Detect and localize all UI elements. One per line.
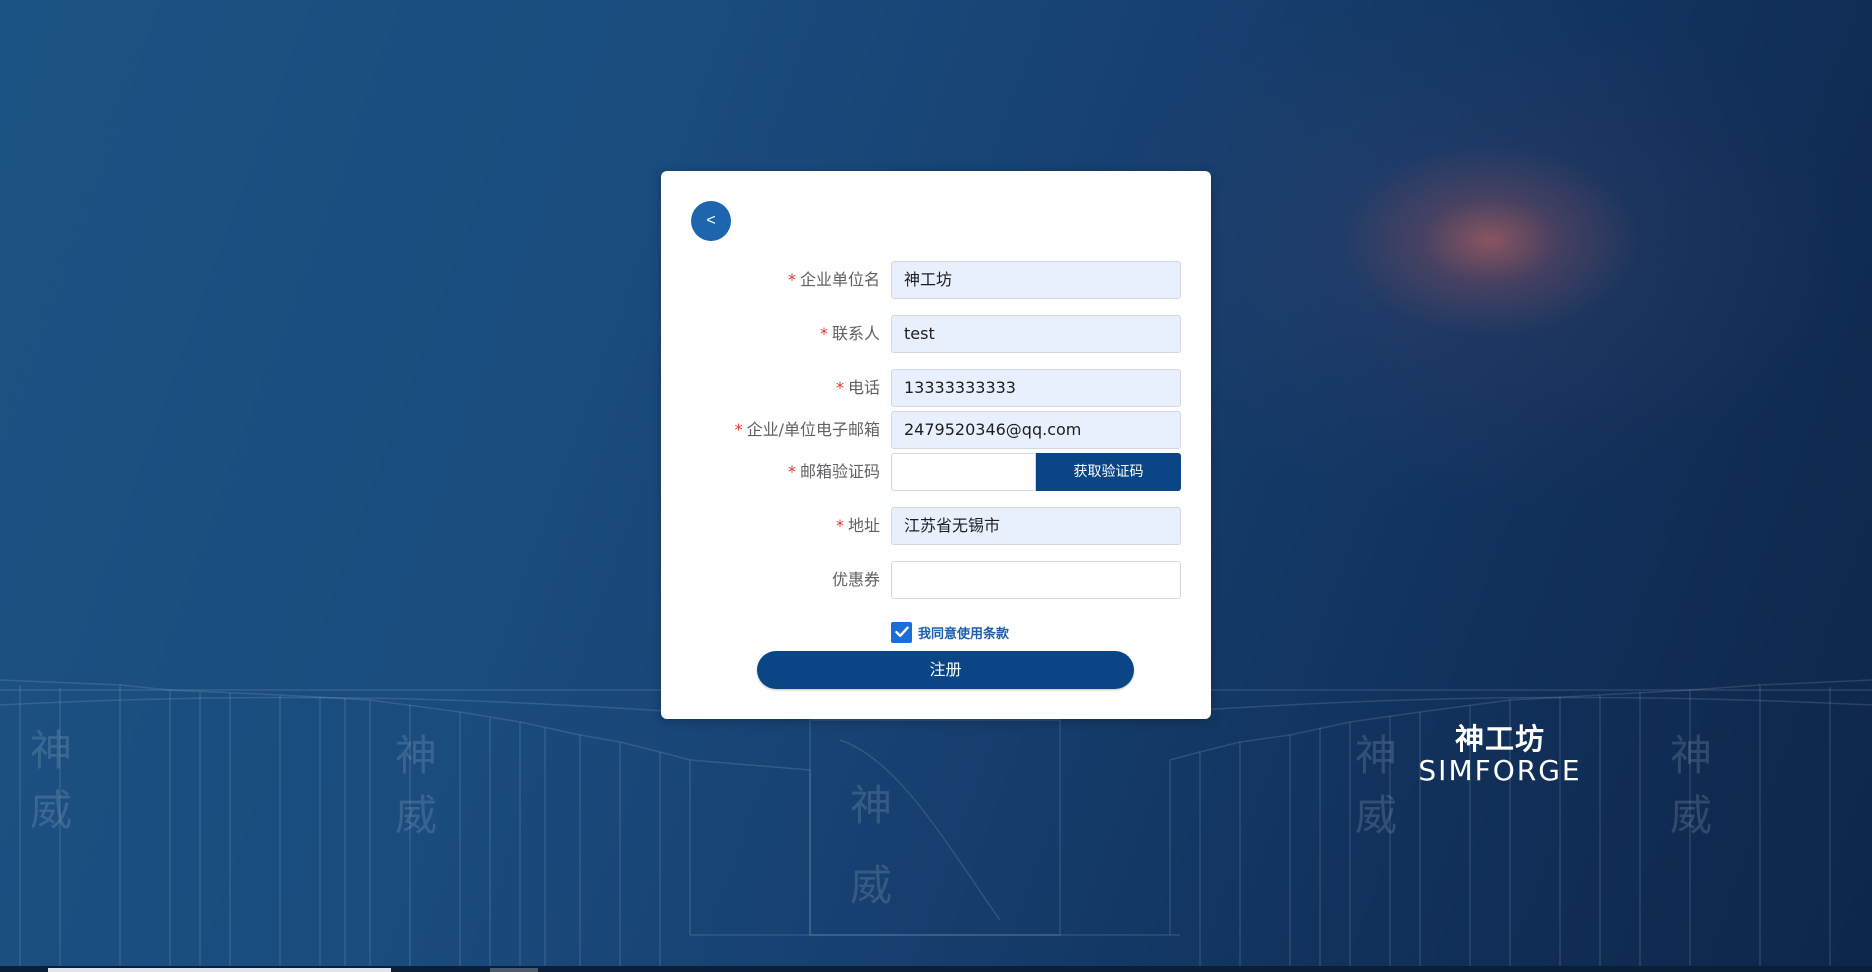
form-row-company: * 企业单位名 神工坊	[661, 261, 1211, 299]
form-row-email-code: * 邮箱验证码 获取验证码	[661, 453, 1211, 491]
required-mark: *	[835, 516, 844, 535]
form-row-address: * 地址 江苏省无锡市	[661, 507, 1211, 545]
brand-logo: 神工坊 SIMFORGE	[1395, 722, 1605, 786]
brand-name-en: SIMFORGE	[1418, 754, 1582, 787]
company-label-text: 企业单位名	[799, 270, 880, 289]
terms-label[interactable]: 我同意使用条款	[918, 623, 1009, 642]
company-label: * 企业单位名	[788, 261, 880, 299]
required-mark: *	[819, 324, 828, 343]
register-page: 神 威 神 威 神 威 神 威 神 威 神工坊 SIMFORGE < * 企业单位…	[0, 0, 1872, 972]
required-mark: *	[835, 378, 844, 397]
scroll-indicator-secondary	[490, 968, 538, 972]
svg-text:威: 威	[850, 861, 892, 910]
coupon-label: 优惠券	[831, 570, 880, 589]
required-mark: *	[734, 420, 743, 439]
svg-text:威: 威	[1670, 791, 1712, 840]
address-label: * 地址	[836, 507, 880, 545]
terms-checkbox[interactable]	[891, 621, 912, 643]
svg-text:威: 威	[395, 791, 437, 840]
address-label-text: 地址	[847, 516, 880, 535]
back-button[interactable]: <	[691, 201, 731, 241]
form-row-contact: * 联系人 test	[661, 315, 1211, 353]
svg-text:威: 威	[1355, 791, 1397, 840]
svg-text:神: 神	[1355, 731, 1397, 780]
scroll-indicator	[48, 968, 391, 972]
required-mark: *	[787, 462, 796, 481]
form-row-phone: * 电话 13333333333	[661, 369, 1211, 407]
coupon-input[interactable]	[891, 561, 1181, 599]
address-input[interactable]: 江苏省无锡市	[891, 507, 1181, 545]
required-mark: *	[787, 270, 796, 289]
checkmark-icon	[894, 626, 909, 637]
terms-agree[interactable]: 我同意使用条款	[891, 621, 1009, 643]
company-name-input[interactable]: 神工坊	[891, 261, 1181, 299]
svg-text:威: 威	[30, 786, 72, 835]
email-label: * 企业/单位电子邮箱	[735, 411, 880, 449]
svg-text:神: 神	[850, 781, 892, 830]
contact-label-text: 联系人	[831, 324, 880, 343]
contact-input[interactable]: test	[891, 315, 1181, 353]
form-row-coupon: 优惠券	[661, 561, 1211, 599]
phone-label: * 电话	[836, 369, 880, 407]
svg-text:神: 神	[30, 726, 72, 775]
register-form-card: < * 企业单位名 神工坊 * 联系人 test * 电话 13333333333 *…	[661, 171, 1211, 719]
form-row-email: * 企业/单位电子邮箱 2479520346@qq.com	[661, 411, 1211, 449]
svg-text:神: 神	[1670, 731, 1712, 780]
register-button[interactable]: 注册	[757, 651, 1134, 689]
svg-text:神: 神	[395, 731, 437, 780]
email-input[interactable]: 2479520346@qq.com	[891, 411, 1181, 449]
email-code-label: * 邮箱验证码	[788, 453, 880, 491]
get-code-button[interactable]: 获取验证码	[1036, 453, 1181, 491]
phone-input[interactable]: 13333333333	[891, 369, 1181, 407]
email-label-text: 企业/单位电子邮箱	[746, 420, 880, 439]
email-code-label-text: 邮箱验证码	[799, 462, 880, 481]
email-code-input[interactable]	[891, 453, 1036, 491]
phone-label-text: 电话	[847, 378, 880, 397]
brand-name-cn: 神工坊	[1454, 722, 1545, 756]
contact-label: * 联系人	[820, 315, 880, 353]
